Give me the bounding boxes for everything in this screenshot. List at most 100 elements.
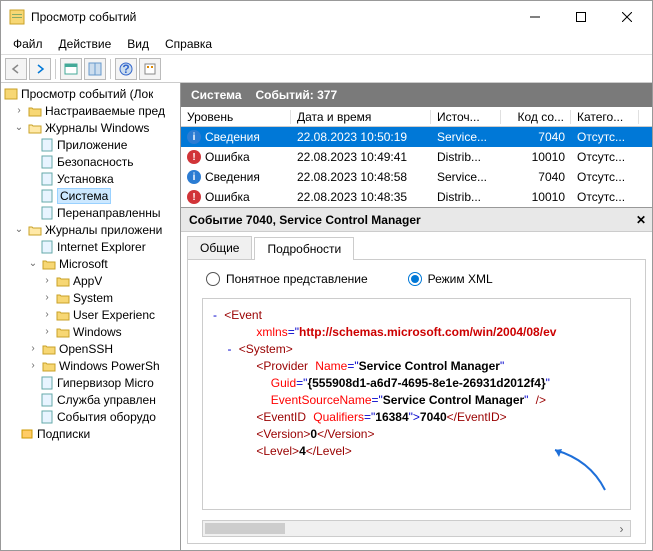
table-row[interactable]: iСведения22.08.2023 10:48:58Service...70… — [181, 167, 652, 187]
collapse-icon[interactable]: ⌄ — [13, 224, 25, 235]
menu-action[interactable]: Действие — [51, 35, 120, 53]
radio-icon — [206, 272, 220, 286]
folder-open-icon — [27, 222, 43, 238]
tree-subscriptions[interactable]: Подписки — [1, 425, 180, 442]
cell-datetime: 22.08.2023 10:50:19 — [291, 130, 431, 144]
view-button[interactable] — [84, 58, 106, 80]
header-count: Событий: 377 — [256, 88, 338, 102]
forward-button[interactable] — [29, 58, 51, 80]
col-level[interactable]: Уровень — [181, 110, 291, 124]
cell-code: 10010 — [501, 190, 571, 204]
cell-code: 7040 — [501, 170, 571, 184]
table-row[interactable]: !Ошибка22.08.2023 10:48:35Distrib...1001… — [181, 187, 652, 207]
expand-icon[interactable]: › — [27, 360, 39, 371]
grid-header: Уровень Дата и время Источ... Код со... … — [181, 107, 652, 127]
tree-hardware-events[interactable]: События оборудо — [1, 408, 180, 425]
event-title-bar: Событие 7040, Service Control Manager ✕ — [181, 208, 652, 232]
tree-service-manager[interactable]: Служба управлен — [1, 391, 180, 408]
scroll-thumb[interactable] — [205, 523, 285, 534]
tree-ie[interactable]: Internet Explorer — [1, 238, 180, 255]
back-button[interactable] — [5, 58, 27, 80]
col-datetime[interactable]: Дата и время — [291, 110, 431, 124]
radio-icon — [408, 272, 422, 286]
expand-icon[interactable]: › — [41, 309, 53, 320]
tree-appv[interactable]: ›AppV — [1, 272, 180, 289]
log-icon — [39, 154, 55, 170]
tab-general[interactable]: Общие — [187, 236, 252, 259]
minimize-button[interactable] — [512, 2, 558, 32]
toolbar-separator — [110, 59, 111, 79]
tree-powershell[interactable]: ›Windows PowerSh — [1, 357, 180, 374]
collapse-icon[interactable]: ⌄ — [13, 122, 25, 133]
horizontal-scrollbar[interactable]: ‹› — [202, 520, 631, 537]
tree-custom-views[interactable]: ›Настраиваемые пред — [1, 102, 180, 119]
tree-application[interactable]: Приложение — [1, 136, 180, 153]
events-grid[interactable]: Уровень Дата и время Источ... Код со... … — [181, 107, 652, 208]
cell-level: Сведения — [205, 170, 260, 184]
expand-icon[interactable]: › — [41, 292, 53, 303]
help-button[interactable]: ? — [115, 58, 137, 80]
log-icon — [39, 409, 55, 425]
cell-source: Service... — [431, 130, 501, 144]
tree-openssh[interactable]: ›OpenSSH — [1, 340, 180, 357]
title-bar: Просмотр событий — [1, 1, 652, 33]
tab-details[interactable]: Подробности — [254, 237, 354, 260]
tree-microsoft[interactable]: ⌄Microsoft — [1, 255, 180, 272]
radio-xml[interactable]: Режим XML — [408, 272, 493, 286]
tree-app-logs[interactable]: ⌄Журналы приложени — [1, 221, 180, 238]
menu-view[interactable]: Вид — [119, 35, 157, 53]
log-icon — [39, 375, 55, 391]
folder-icon — [41, 341, 57, 357]
log-icon — [39, 188, 55, 204]
cell-datetime: 22.08.2023 10:48:35 — [291, 190, 431, 204]
menu-file[interactable]: Файл — [5, 35, 51, 53]
col-source[interactable]: Источ... — [431, 110, 501, 124]
col-category[interactable]: Катего... — [571, 110, 639, 124]
cell-level: Ошибка — [205, 150, 250, 164]
tree-windows-logs[interactable]: ⌄Журналы Windows — [1, 119, 180, 136]
log-icon — [39, 205, 55, 221]
folder-open-icon — [27, 120, 43, 136]
tree-setup[interactable]: Установка — [1, 170, 180, 187]
col-code[interactable]: Код со... — [501, 110, 571, 124]
details-panel: Понятное представление Режим XML - <Even… — [187, 259, 646, 544]
maximize-button[interactable] — [558, 2, 604, 32]
scroll-right-icon[interactable]: › — [613, 521, 630, 536]
cell-datetime: 22.08.2023 10:49:41 — [291, 150, 431, 164]
tree-security[interactable]: Безопасность — [1, 153, 180, 170]
eventviewer-icon — [3, 86, 19, 102]
cell-datetime: 22.08.2023 10:48:58 — [291, 170, 431, 184]
expand-icon[interactable]: › — [13, 105, 25, 116]
log-icon — [39, 171, 55, 187]
navigation-tree[interactable]: Просмотр событий (Лок ›Настраиваемые пре… — [1, 83, 181, 550]
table-row[interactable]: iСведения22.08.2023 10:50:19Service...70… — [181, 127, 652, 147]
close-button[interactable] — [604, 2, 650, 32]
properties-button[interactable] — [60, 58, 82, 80]
cell-category: Отсутс... — [571, 130, 639, 144]
tree-user-experience[interactable]: ›User Experienc — [1, 306, 180, 323]
expand-icon[interactable]: › — [27, 343, 39, 354]
cell-category: Отсутс... — [571, 170, 639, 184]
refresh-button[interactable] — [139, 58, 161, 80]
folder-icon — [55, 290, 71, 306]
tree-root[interactable]: Просмотр событий (Лок — [1, 85, 180, 102]
menu-help[interactable]: Справка — [157, 35, 220, 53]
expand-icon[interactable]: › — [41, 326, 53, 337]
xml-view[interactable]: - <Event xmlns="http://schemas.microsoft… — [202, 298, 631, 510]
log-icon — [39, 392, 55, 408]
table-row[interactable]: !Ошибка22.08.2023 10:49:41Distrib...1001… — [181, 147, 652, 167]
tree-system-node[interactable]: ›System — [1, 289, 180, 306]
expand-icon[interactable]: › — [41, 275, 53, 286]
close-details-button[interactable]: ✕ — [636, 213, 646, 227]
info-icon: i — [187, 170, 201, 184]
header-title: Система — [191, 88, 242, 102]
radio-friendly[interactable]: Понятное представление — [206, 272, 368, 286]
tree-system[interactable]: Система — [1, 187, 180, 204]
tree-windows[interactable]: ›Windows — [1, 323, 180, 340]
tree-forwarded[interactable]: Перенаправленны — [1, 204, 180, 221]
collapse-icon[interactable]: ⌄ — [27, 258, 39, 269]
cell-category: Отсутс... — [571, 150, 639, 164]
folder-icon — [55, 273, 71, 289]
tree-hypervisor[interactable]: Гипервизор Micro — [1, 374, 180, 391]
cell-level: Ошибка — [205, 190, 250, 204]
